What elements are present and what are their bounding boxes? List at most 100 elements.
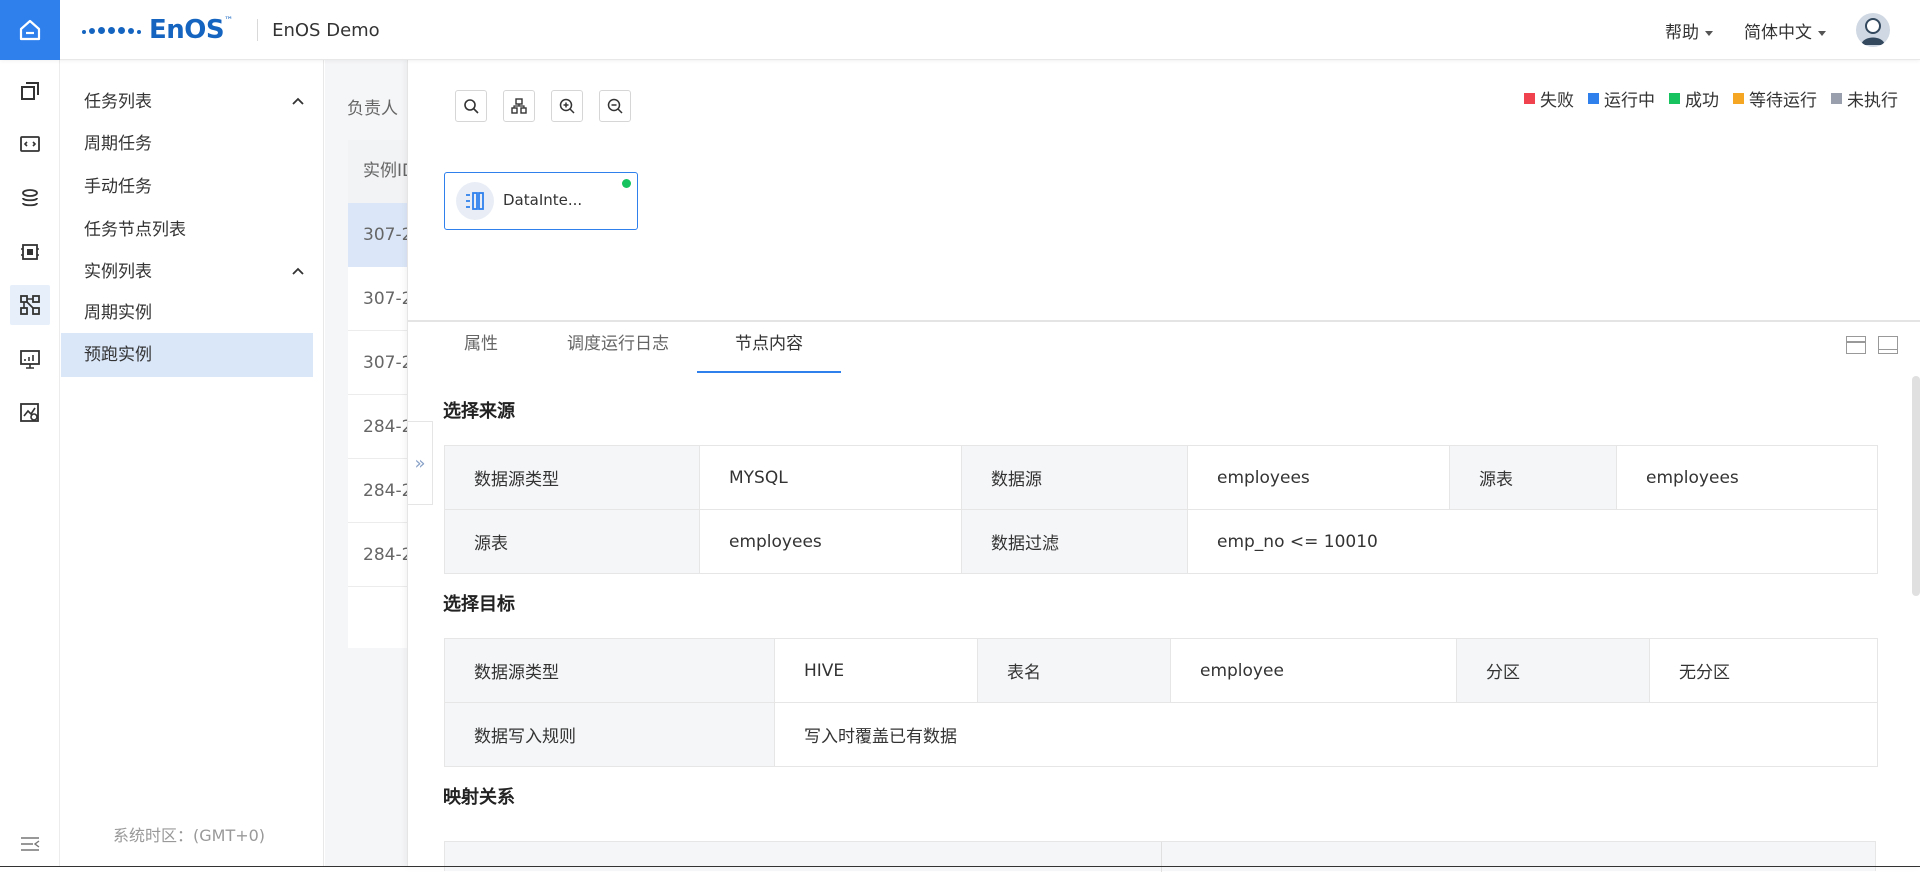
scrollbar[interactable] bbox=[1912, 376, 1920, 596]
target-table: 数据源类型 HIVE 表名 employee 分区 无分区 数据写入规则 写入时… bbox=[444, 638, 1878, 767]
field-value: 无分区 bbox=[1649, 638, 1878, 703]
source-section-title: 选择来源 bbox=[443, 401, 515, 422]
sidebar-group-tasks[interactable]: 任务列表 bbox=[61, 80, 313, 124]
dag-search-button[interactable] bbox=[455, 90, 487, 122]
sidebar-item-task-nodes[interactable]: 任务节点列表 bbox=[61, 208, 313, 252]
search-icon bbox=[464, 99, 479, 114]
legend-swatch bbox=[1669, 93, 1680, 104]
sidebar-item-label: 手动任务 bbox=[84, 177, 152, 197]
field-label: 数据源类型 bbox=[444, 445, 700, 510]
zoom-out-icon bbox=[607, 98, 623, 114]
sidebar-group-label: 任务列表 bbox=[84, 92, 152, 112]
legend-running: 运行中 bbox=[1588, 86, 1655, 111]
tab-schedule-log[interactable]: 调度运行日志 bbox=[538, 322, 698, 373]
legend-label: 成功 bbox=[1685, 91, 1719, 111]
field-value: MYSQL bbox=[699, 445, 962, 510]
field-label: 数据过滤 bbox=[961, 509, 1188, 574]
enos-logo[interactable]: EnOS ™ EnOS Demo bbox=[82, 14, 380, 46]
instances-icon[interactable] bbox=[10, 71, 50, 111]
sidebar-group-instances[interactable]: 实例列表 bbox=[61, 250, 313, 294]
dag-node[interactable]: DataInte... bbox=[444, 172, 638, 230]
chip-icon[interactable] bbox=[10, 232, 50, 272]
avatar[interactable] bbox=[1856, 13, 1890, 47]
legend-label: 等待运行 bbox=[1749, 91, 1817, 111]
field-label: 数据源 bbox=[961, 445, 1188, 510]
table-row: 数据源类型 HIVE 表名 employee 分区 无分区 bbox=[444, 638, 1878, 703]
instance-list-panel: 负责人 实例ID 307-2 307-2 307-2 284-2 284-2 2… bbox=[325, 60, 407, 867]
field-label: 数据源类型 bbox=[444, 638, 775, 703]
field-label: 数据写入规则 bbox=[444, 702, 775, 767]
org-name: EnOS Demo bbox=[272, 19, 380, 41]
sidebar: 任务列表 周期任务 手动任务 任务节点列表 实例列表 周期实例 预跑实例 系统时… bbox=[61, 60, 324, 867]
table-row: 源表 employees 数据过滤 emp_no <= 10010 bbox=[444, 509, 1878, 574]
chevron-up-icon bbox=[292, 97, 304, 105]
field-label: 源表 bbox=[444, 509, 700, 574]
mapping-section-title: 映射关系 bbox=[443, 787, 515, 808]
chart-search-icon[interactable] bbox=[10, 393, 50, 433]
top-bar: EnOS ™ EnOS Demo 帮助 简体中文 bbox=[0, 0, 1920, 60]
workflow-icon[interactable] bbox=[10, 178, 50, 218]
legend-label: 失败 bbox=[1540, 91, 1574, 111]
sidebar-item-prerun-instances[interactable]: 预跑实例 bbox=[61, 333, 313, 377]
status-legend: 失败 运行中 成功 等待运行 未执行 bbox=[1524, 86, 1898, 111]
language-menu[interactable]: 简体中文 bbox=[1744, 18, 1826, 43]
table-row[interactable]: 284-2 bbox=[348, 523, 407, 587]
legend-success: 成功 bbox=[1669, 86, 1719, 111]
field-value: emp_no <= 10010 bbox=[1187, 509, 1878, 574]
chevron-down-icon bbox=[1705, 30, 1713, 36]
double-chevron-right-icon: » bbox=[414, 452, 426, 474]
legend-failed: 失败 bbox=[1524, 86, 1574, 111]
legend-waiting: 等待运行 bbox=[1733, 86, 1817, 111]
sidebar-item-label: 周期实例 bbox=[84, 303, 152, 323]
monitor-icon[interactable] bbox=[10, 339, 50, 379]
operations-icon[interactable] bbox=[10, 285, 50, 325]
timezone-label: 系统时区：(GMT+0) bbox=[113, 826, 266, 845]
sidebar-group-label: 实例列表 bbox=[84, 262, 152, 282]
legend-swatch bbox=[1524, 93, 1535, 104]
language-label: 简体中文 bbox=[1744, 23, 1812, 43]
data-integration-icon bbox=[456, 182, 494, 220]
code-task-icon[interactable] bbox=[10, 124, 50, 164]
brand-name: EnOS bbox=[149, 15, 225, 45]
instance-detail-drawer: 失败 运行中 成功 等待运行 未执行 DataInte... 属性 调度运行日志… bbox=[407, 60, 1920, 872]
table-row[interactable]: 307-2 bbox=[348, 331, 407, 395]
zoom-in-button[interactable] bbox=[551, 90, 583, 122]
user-avatar-icon bbox=[1861, 18, 1885, 45]
field-label: 表名 bbox=[977, 638, 1171, 703]
maximize-panel-icon[interactable] bbox=[1846, 336, 1866, 354]
home-button[interactable] bbox=[0, 0, 60, 60]
sidebar-item-label: 预跑实例 bbox=[84, 345, 152, 365]
owner-filter-label: 负责人 bbox=[347, 99, 398, 119]
table-row[interactable]: 284-2 bbox=[348, 459, 407, 523]
menu-toggle-icon[interactable] bbox=[10, 824, 50, 864]
dag-layout-button[interactable] bbox=[503, 90, 535, 122]
sidebar-item-label: 周期任务 bbox=[84, 134, 152, 154]
sidebar-item-periodic-tasks[interactable]: 周期任务 bbox=[61, 122, 313, 166]
field-value: employees bbox=[1616, 445, 1878, 510]
help-menu[interactable]: 帮助 bbox=[1665, 18, 1713, 43]
legend-not-run: 未执行 bbox=[1831, 86, 1898, 111]
target-section-title: 选择目标 bbox=[443, 594, 515, 615]
legend-swatch bbox=[1588, 93, 1599, 104]
table-row: 数据写入规则 写入时覆盖已有数据 bbox=[444, 702, 1878, 767]
field-value: HIVE bbox=[774, 638, 978, 703]
field-label: 分区 bbox=[1456, 638, 1650, 703]
legend-label: 运行中 bbox=[1604, 91, 1655, 111]
sidebar-item-label: 任务节点列表 bbox=[84, 220, 186, 240]
sidebar-item-periodic-instances[interactable]: 周期实例 bbox=[61, 291, 313, 335]
panel-size-controls bbox=[1846, 336, 1898, 354]
table-row[interactable]: 307-2 bbox=[348, 203, 407, 267]
sidebar-item-manual-tasks[interactable]: 手动任务 bbox=[61, 165, 313, 209]
trademark: ™ bbox=[224, 16, 234, 26]
legend-swatch bbox=[1831, 93, 1842, 104]
source-table: 数据源类型 MYSQL 数据源 employees 源表 employees 源… bbox=[444, 445, 1878, 574]
chevron-down-icon bbox=[1818, 30, 1826, 36]
minimize-panel-icon[interactable] bbox=[1878, 336, 1898, 354]
tab-node-content[interactable]: 节点内容 bbox=[697, 322, 841, 373]
tab-properties[interactable]: 属性 bbox=[444, 322, 518, 373]
expand-list-button[interactable]: » bbox=[408, 421, 433, 505]
zoom-out-button[interactable] bbox=[599, 90, 631, 122]
table-row[interactable]: 307-2 bbox=[348, 267, 407, 331]
field-label: 源表 bbox=[1449, 445, 1617, 510]
table-row[interactable]: 284-2 bbox=[348, 395, 407, 459]
